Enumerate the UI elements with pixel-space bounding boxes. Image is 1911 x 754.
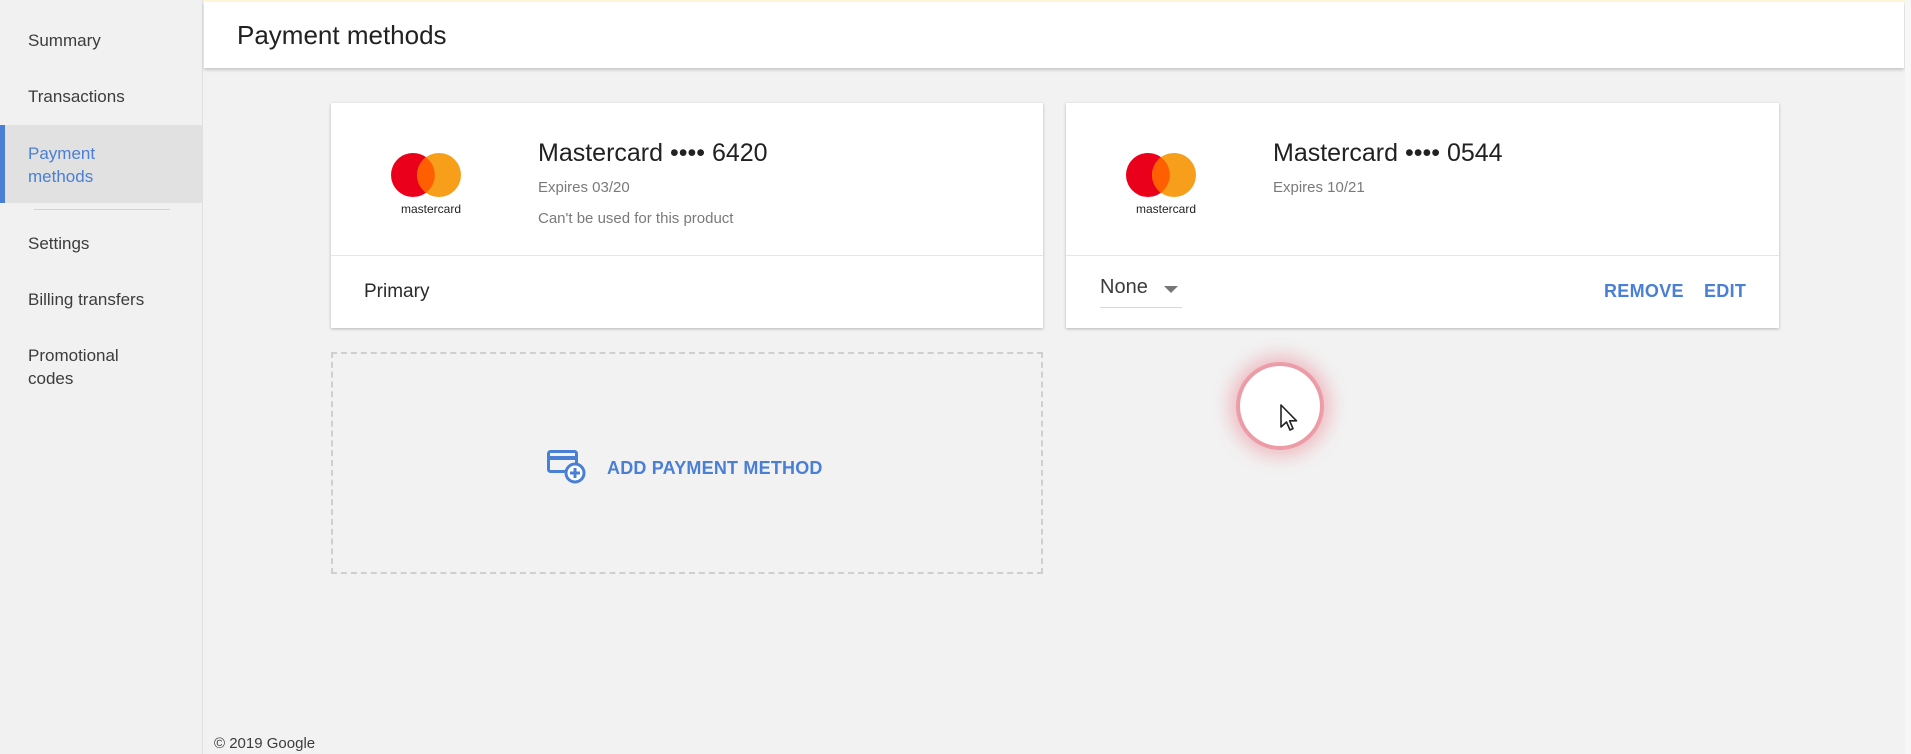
scrollbar-track[interactable] bbox=[1905, 0, 1911, 754]
card-title: Mastercard •••• 0544 bbox=[1273, 139, 1503, 167]
sidebar-item-label: Transactions bbox=[28, 87, 125, 106]
card-note: Can't be used for this product bbox=[538, 210, 734, 227]
mouse-cursor-icon bbox=[1279, 403, 1299, 438]
sidebar-item-label: Promotional codes bbox=[28, 346, 119, 388]
sidebar-item-label: Payment methods bbox=[28, 144, 96, 186]
sidebar-item-summary[interactable]: Summary bbox=[0, 29, 202, 52]
primary-label: Primary bbox=[364, 281, 430, 302]
sidebar-item-payment-methods[interactable]: Payment methods bbox=[0, 125, 202, 203]
add-payment-content: ADD PAYMENT METHOD bbox=[547, 448, 823, 489]
page-title: Payment methods bbox=[237, 20, 447, 50]
card-role-select[interactable]: None bbox=[1100, 273, 1182, 308]
select-value: None bbox=[1100, 276, 1148, 298]
card-expiry: Expires 10/21 bbox=[1273, 179, 1365, 196]
sidebar-item-billing-transfers[interactable]: Billing transfers bbox=[0, 288, 202, 311]
mastercard-logo: mastercard bbox=[1124, 147, 1208, 217]
sidebar-nav: Summary Transactions Payment methods Set… bbox=[0, 0, 203, 754]
mastercard-logo: mastercard bbox=[389, 147, 473, 217]
sidebar-item-label: Summary bbox=[28, 31, 101, 50]
chevron-down-icon bbox=[1164, 286, 1178, 293]
sidebar-item-promotional-codes[interactable]: Promotional codes bbox=[0, 344, 202, 390]
page-header: Payment methods bbox=[204, 2, 1904, 68]
add-payment-label: ADD PAYMENT METHOD bbox=[607, 457, 823, 478]
mastercard-logo-text: mastercard bbox=[1135, 202, 1197, 216]
sidebar-item-label: Billing transfers bbox=[28, 290, 145, 309]
card-divider bbox=[1066, 255, 1779, 256]
sidebar-divider bbox=[34, 209, 170, 210]
payment-card-0544: mastercard Mastercard •••• 0544 Expires … bbox=[1066, 103, 1779, 328]
payment-card-6420: mastercard Mastercard •••• 6420 Expires … bbox=[331, 103, 1043, 328]
edit-button[interactable]: EDIT bbox=[1704, 281, 1746, 302]
sidebar-item-label: Settings bbox=[28, 234, 90, 253]
sidebar-item-transactions[interactable]: Transactions bbox=[0, 85, 202, 108]
card-divider bbox=[331, 255, 1043, 256]
card-title: Mastercard •••• 6420 bbox=[538, 139, 768, 167]
remove-button[interactable]: REMOVE bbox=[1604, 281, 1684, 302]
add-payment-method-button[interactable]: ADD PAYMENT METHOD bbox=[331, 352, 1043, 574]
add-card-icon bbox=[547, 448, 587, 489]
mastercard-logo-text: mastercard bbox=[400, 202, 462, 216]
sidebar-item-settings[interactable]: Settings bbox=[0, 232, 202, 255]
card-expiry: Expires 03/20 bbox=[538, 179, 630, 196]
footer-copyright: © 2019 Google bbox=[214, 735, 316, 752]
